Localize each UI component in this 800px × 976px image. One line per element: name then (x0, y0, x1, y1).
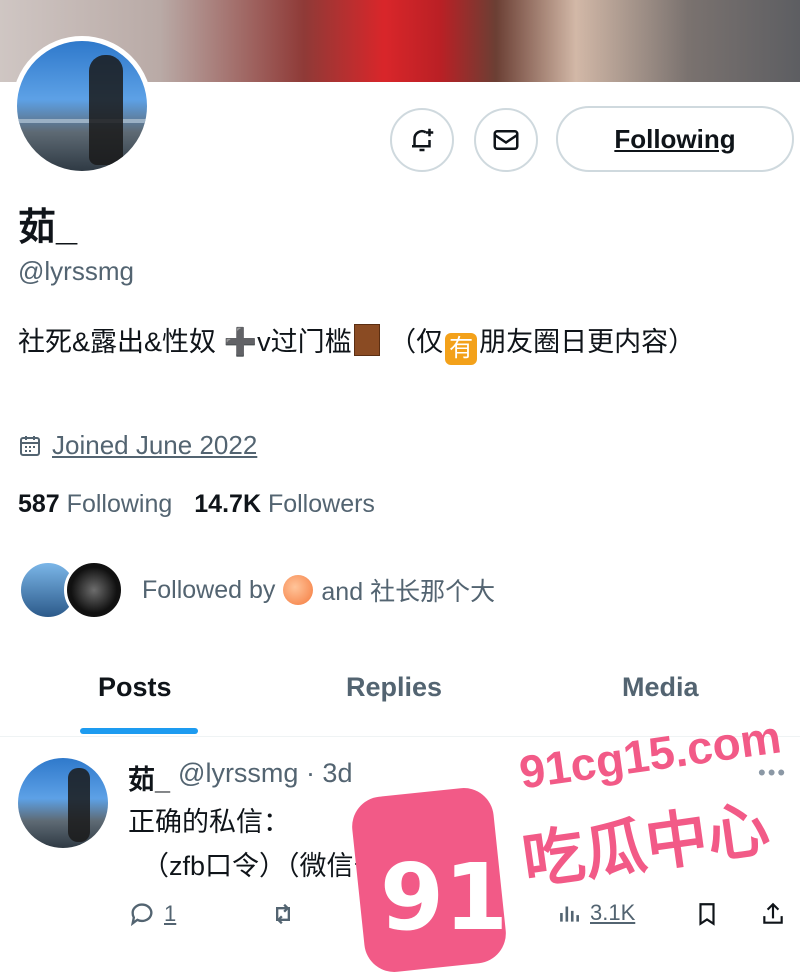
display-name: 茹_ (18, 207, 78, 249)
repost-button[interactable] (268, 900, 298, 928)
repost-icon (276, 903, 290, 925)
following-count[interactable]: 587 Following (18, 490, 172, 519)
post-author-name[interactable]: 茹_ (128, 758, 170, 797)
post-handle-time: @lyrssmg · 3d (178, 758, 353, 788)
following-button[interactable]: Following (556, 106, 794, 172)
bookmark-button[interactable] (694, 900, 720, 928)
post-header: 茹_ @lyrssmg · 3d (128, 758, 352, 797)
calendar-icon (20, 435, 40, 456)
followed-by[interactable]: Followed by and 社长那个大 (18, 560, 495, 620)
views-button[interactable]: 3.1K (556, 900, 635, 926)
watermark-text: 吃瓜中心 (518, 794, 774, 898)
follower-avatar (64, 560, 124, 620)
profile-avatar[interactable] (12, 36, 152, 176)
tab-replies[interactable]: Replies (346, 672, 442, 703)
views-icon (560, 906, 579, 922)
bio-text: 社死&露出&性奴 ➕v过门槛 (18, 327, 352, 357)
share-button[interactable] (760, 900, 786, 928)
post-avatar[interactable] (18, 758, 108, 848)
peach-icon (283, 575, 314, 605)
joined-date: Joined June 2022 (18, 430, 257, 461)
follow-stats: 587 Following 14.7K Followers (18, 490, 375, 519)
notification-button[interactable] (390, 108, 454, 172)
door-icon (353, 324, 380, 356)
badge-icon: 有 (445, 333, 478, 365)
profile-bio: 社死&露出&性奴 ➕v过门槛 （仅有朋友圈日更内容） (18, 324, 778, 365)
followers-count[interactable]: 14.7K Followers (194, 490, 375, 519)
tab-posts[interactable]: Posts (98, 672, 172, 703)
mail-icon (493, 130, 519, 150)
share-icon (763, 902, 783, 924)
tab-media[interactable]: Media (622, 672, 699, 703)
reply-button[interactable]: 1 (128, 900, 176, 928)
active-tab-indicator (80, 728, 198, 734)
reply-icon (130, 903, 153, 927)
message-button[interactable] (474, 108, 538, 172)
notification-add-icon (412, 128, 434, 152)
bookmark-icon (699, 903, 715, 926)
watermark-number: 91 (380, 844, 509, 951)
user-handle: @lyrssmg (18, 256, 134, 286)
